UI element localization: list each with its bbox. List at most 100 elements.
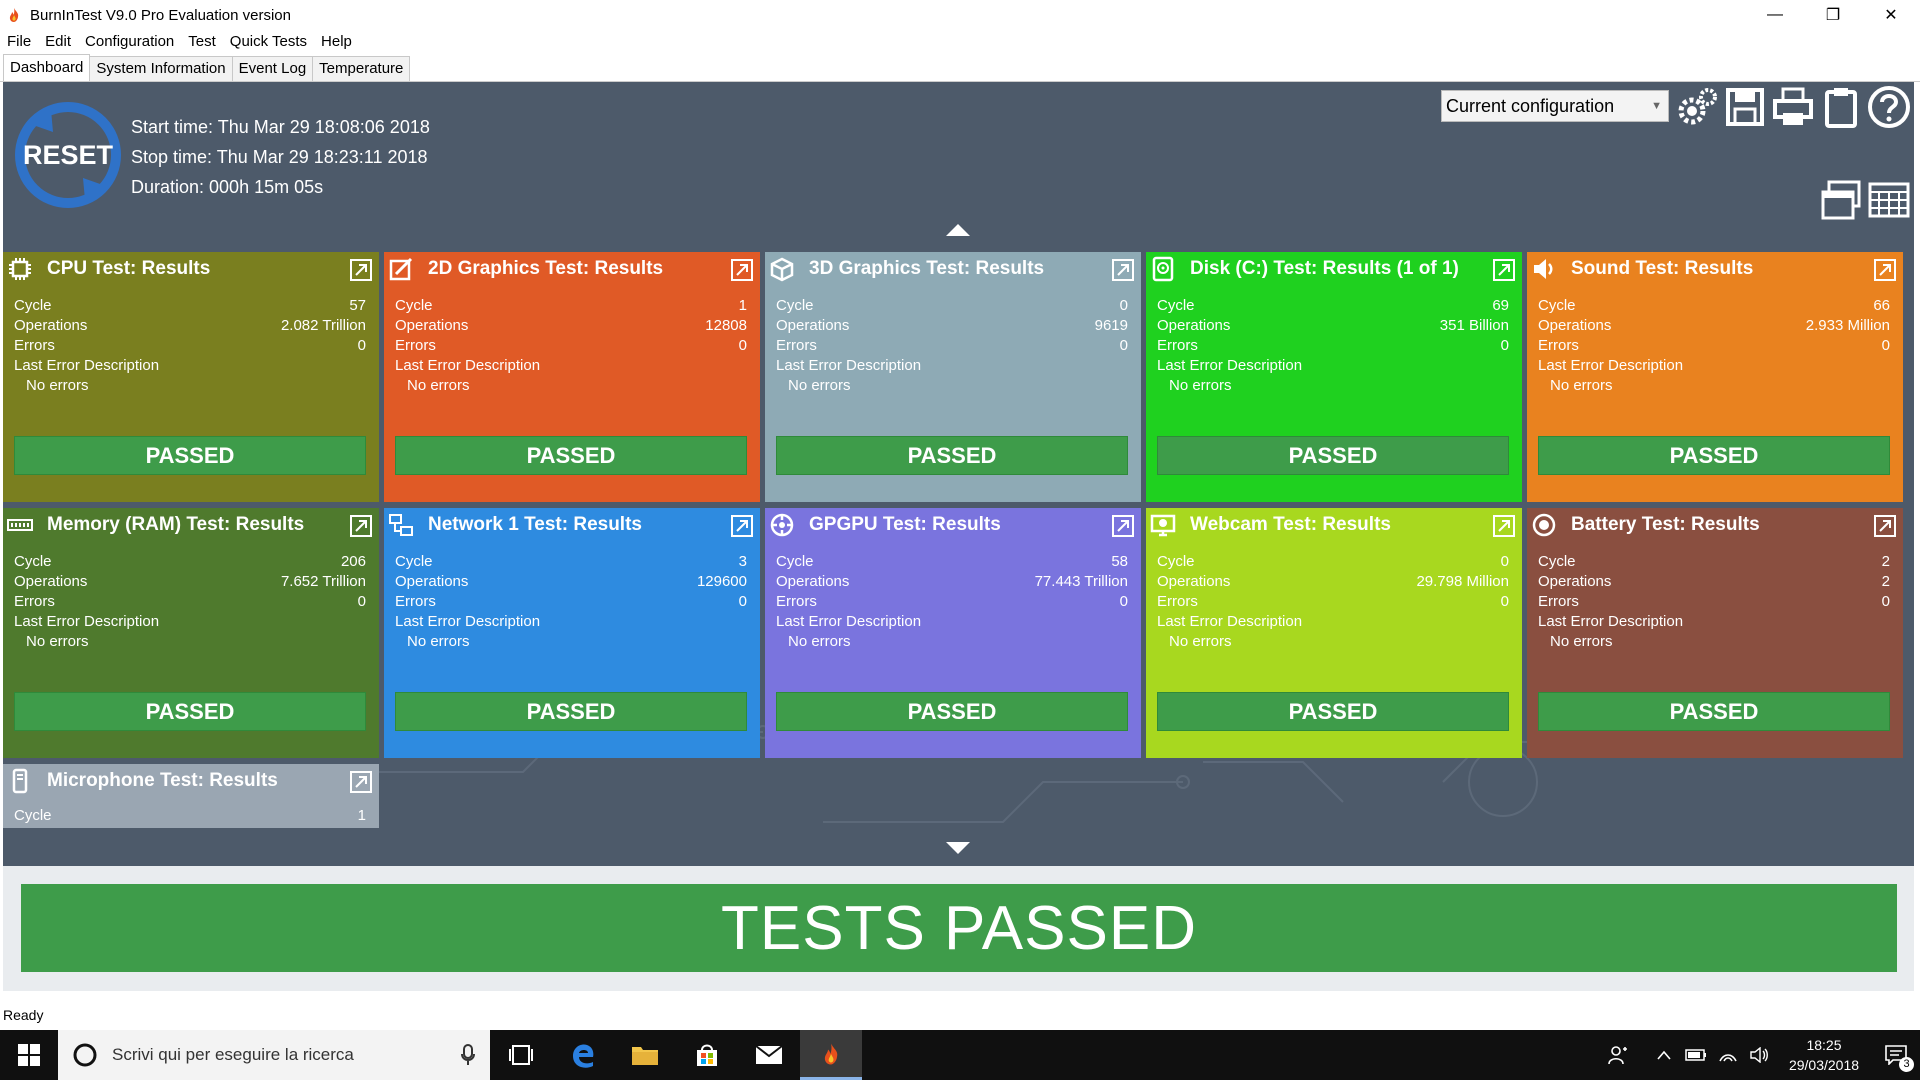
cycle-value: 206	[340, 553, 366, 570]
errors-label: Errors	[1538, 337, 1579, 354]
menu-quick-tests[interactable]: Quick Tests	[223, 33, 314, 50]
last-error-label: Last Error Description	[1157, 613, 1303, 630]
task-view-button[interactable]	[490, 1030, 552, 1080]
cycle-value: 1	[738, 297, 747, 314]
menu-bar: File Edit Configuration Test Quick Tests…	[0, 30, 359, 52]
action-center-button[interactable]: 3	[1872, 1030, 1920, 1080]
cycle-value: 58	[1111, 553, 1128, 570]
menu-file[interactable]: File	[0, 33, 38, 50]
tab-system-information[interactable]: System Information	[89, 56, 233, 81]
operations-label: Operations	[1157, 573, 1231, 590]
menu-configuration[interactable]: Configuration	[78, 33, 181, 50]
printer-icon[interactable]	[1771, 85, 1815, 129]
expand-icon[interactable]	[730, 258, 754, 282]
notification-count-badge: 3	[1899, 1057, 1914, 1072]
close-button[interactable]: ✕	[1862, 0, 1920, 30]
webcam-test-tile: Webcam Test: Results Cycle 0 Operations 29…	[1146, 508, 1522, 758]
expand-icon[interactable]	[1873, 258, 1897, 282]
errors-value: 0	[1500, 337, 1509, 354]
tile-title: Webcam Test: Results	[1190, 514, 1391, 535]
menu-edit[interactable]: Edit	[38, 33, 78, 50]
help-icon[interactable]	[1867, 85, 1911, 129]
tab-event-log[interactable]: Event Log	[231, 56, 314, 81]
tile-title: 3D Graphics Test: Results	[809, 258, 1045, 279]
menu-help[interactable]: Help	[314, 33, 359, 50]
taskbar-file-explorer[interactable]	[614, 1030, 676, 1080]
sound-test-tile: Sound Test: Results Cycle 66 Operations 2.…	[1527, 252, 1903, 502]
taskbar-edge[interactable]	[552, 1030, 614, 1080]
last-error-label: Last Error Description	[776, 613, 922, 630]
wifi-icon[interactable]	[1712, 1030, 1744, 1080]
taskbar-mail[interactable]	[738, 1030, 800, 1080]
errors-label: Errors	[1157, 593, 1198, 610]
start-time: Start time: Thu Mar 29 18:08:06 2018	[131, 117, 430, 137]
cycle-value: 0	[1119, 297, 1128, 314]
chevron-up-icon[interactable]	[1648, 1030, 1680, 1080]
cycle-value: 66	[1873, 297, 1890, 314]
cycle-label: Cycle	[1538, 297, 1576, 314]
clock-date: 29/03/2018	[1788, 1057, 1860, 1073]
maximize-button[interactable]: ❐	[1804, 0, 1862, 30]
expand-icon[interactable]	[1873, 514, 1897, 538]
clipboard-icon[interactable]	[1819, 85, 1863, 129]
disk-icon	[1152, 256, 1174, 282]
tab-dashboard[interactable]: Dashboard	[3, 54, 91, 81]
network-test-tile: Network 1 Test: Results Cycle 3 Operation…	[384, 508, 760, 758]
taskbar-store[interactable]	[676, 1030, 738, 1080]
scroll-down-arrow-icon[interactable]	[943, 840, 973, 856]
operations-value: 9619	[1094, 317, 1128, 334]
passed-status: PASSED	[14, 692, 366, 731]
tile-title: Memory (RAM) Test: Results	[47, 514, 305, 535]
errors-value: 0	[738, 593, 747, 610]
tile-title: Sound Test: Results	[1571, 258, 1754, 279]
start-button[interactable]	[0, 1030, 58, 1080]
expand-icon[interactable]	[349, 770, 373, 794]
taskbar-search[interactable]: Scrivi qui per eseguire la ricerca	[58, 1030, 490, 1080]
cpu-icon	[9, 258, 31, 280]
title-bar: BurnInTest V9.0 Pro Evaluation version —…	[0, 0, 1920, 30]
summary-panel: TESTS PASSED	[3, 866, 1914, 991]
memory-icon	[7, 519, 33, 531]
configuration-select-value: Current configuration	[1446, 95, 1615, 116]
passed-status: PASSED	[14, 436, 366, 475]
operations-label: Operations	[14, 573, 88, 590]
expand-icon[interactable]	[1111, 258, 1135, 282]
taskbar-clock[interactable]: 18:25 29/03/2018	[1776, 1035, 1872, 1075]
tile-title: Disk (C:) Test: Results (1 of 1)	[1190, 258, 1459, 279]
people-icon[interactable]	[1602, 1030, 1634, 1080]
last-error-value: No errors	[1550, 633, 1613, 650]
passed-status: PASSED	[1157, 692, 1509, 731]
windows-logo-icon	[18, 1044, 40, 1066]
expand-icon[interactable]	[1111, 514, 1135, 538]
battery-tray-icon[interactable]	[1680, 1030, 1712, 1080]
expand-icon[interactable]	[1492, 258, 1516, 282]
expand-icon[interactable]	[349, 514, 373, 538]
operations-label: Operations	[1538, 317, 1612, 334]
tile-title: GPGPU Test: Results	[809, 514, 1001, 535]
operations-value: 2.082 Trillion	[280, 317, 366, 334]
volume-icon[interactable]	[1744, 1030, 1776, 1080]
expand-icon[interactable]	[730, 514, 754, 538]
save-icon[interactable]	[1723, 85, 1767, 129]
configuration-select[interactable]: Current configuration ▼	[1441, 90, 1669, 122]
gear-icon[interactable]	[1675, 85, 1719, 129]
expand-icon[interactable]	[1492, 514, 1516, 538]
taskbar-burnintest[interactable]	[800, 1030, 862, 1080]
cycle-label: Cycle	[1538, 553, 1576, 570]
window-view-icon[interactable]	[1819, 178, 1863, 222]
last-error-label: Last Error Description	[1538, 357, 1684, 374]
operations-label: Operations	[776, 317, 850, 334]
last-error-value: No errors	[407, 377, 470, 394]
webcam-icon	[1150, 514, 1176, 537]
menu-test[interactable]: Test	[181, 33, 223, 50]
tab-bar: Dashboard System Information Event Log T…	[0, 54, 1920, 82]
minimize-button[interactable]: —	[1746, 0, 1804, 30]
operations-label: Operations	[776, 573, 850, 590]
tab-temperature[interactable]: Temperature	[312, 56, 411, 81]
expand-icon[interactable]	[349, 258, 373, 282]
task-view-icon	[509, 1045, 533, 1065]
grid-view-icon[interactable]	[1867, 178, 1911, 222]
scroll-up-arrow-icon[interactable]	[943, 222, 973, 238]
microphone-icon[interactable]	[460, 1044, 476, 1066]
store-icon	[697, 1044, 717, 1066]
